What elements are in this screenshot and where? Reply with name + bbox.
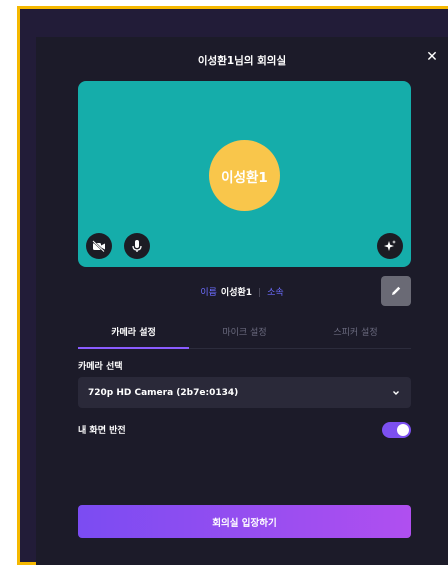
sparkle-icon (384, 240, 396, 251)
mirror-toggle[interactable] (382, 422, 411, 438)
pencil-icon (392, 286, 401, 295)
effects-button[interactable] (377, 233, 403, 259)
camera-off-icon (92, 240, 105, 252)
modal-title: 이성환1님의 회의실 (197, 55, 287, 67)
divider: | (258, 288, 262, 298)
enter-meeting-button[interactable]: 회의실 입장하기 (78, 505, 411, 538)
microphone-icon (132, 240, 142, 252)
camera-select-label: 카메라 선택 (78, 362, 123, 372)
microphone-toggle-button[interactable] (124, 233, 150, 259)
camera-preview: 이성환1 (78, 81, 411, 267)
mirror-label: 내 화면 반전 (78, 426, 126, 436)
tab-speaker-settings[interactable]: 스피커 설정 (300, 319, 411, 348)
avatar: 이성환1 (209, 140, 280, 211)
chevron-down-icon (393, 390, 399, 395)
affiliation-label: 소속 (267, 288, 284, 298)
tab-microphone-settings[interactable]: 마이크 설정 (189, 319, 300, 348)
name-label: 이름 (200, 288, 217, 298)
camera-toggle-button[interactable] (86, 233, 112, 259)
close-icon[interactable]: ✕ (424, 49, 440, 65)
name-value: 이성환1 (220, 288, 253, 298)
toggle-knob (397, 424, 409, 436)
meeting-entry-modal: 이성환1님의 회의실 ✕ 이성환1 이름 이성환1 | 소속 카메라 설정 마이… (36, 37, 448, 565)
camera-select-value: 720p HD Camera (2b7e:0134) (88, 387, 239, 398)
camera-select[interactable]: 720p HD Camera (2b7e:0134) (78, 377, 411, 408)
edit-profile-button[interactable] (381, 276, 411, 306)
settings-tabs: 카메라 설정 마이크 설정 스피커 설정 (78, 319, 411, 349)
tab-camera-settings[interactable]: 카메라 설정 (78, 319, 189, 349)
